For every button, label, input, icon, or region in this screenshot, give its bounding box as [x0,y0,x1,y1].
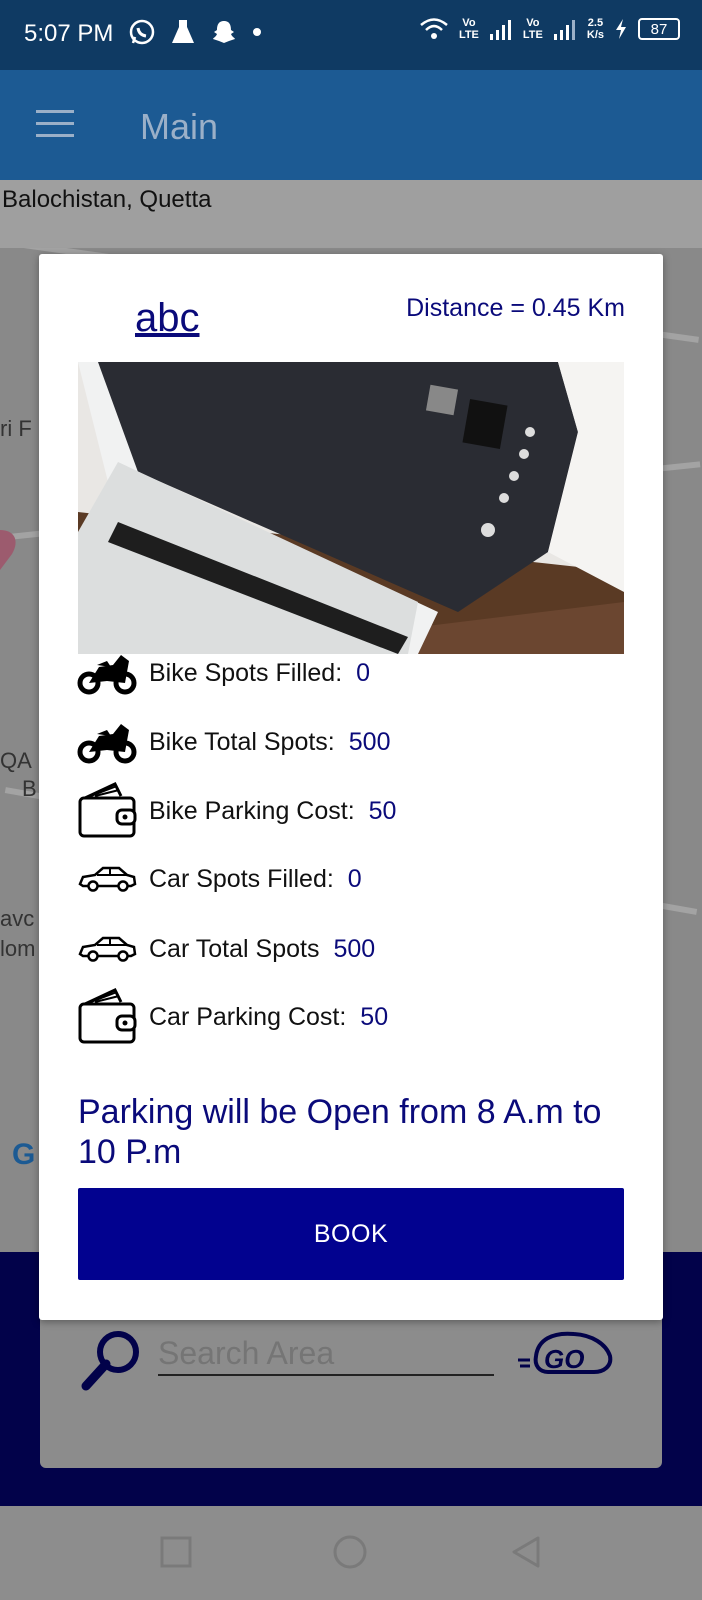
app-title: Main [140,106,219,147]
map-label: avc [0,906,35,931]
notification-icons [128,18,262,46]
whatsapp-icon [129,19,155,45]
volte-1-label: Vo LTE [458,17,479,41]
map-label: lom [0,936,36,961]
status-bar: 5:07 PM Vo LTE Vo LTE 2.5 K/s 87 [0,0,702,70]
back-icon[interactable] [508,1534,544,1570]
bike-parking-cost-row: Bike Parking Cost: 50 [75,782,397,838]
info-value: 500 [348,727,391,756]
status-time: 5:07 PM [24,20,114,47]
info-value: 0 [356,658,371,687]
parking-photo [78,362,624,654]
distance-label: Distance = 0.45 Km [406,294,625,322]
map-label: QA [0,748,32,773]
app-bar: Main [0,70,702,180]
wallet-icon [75,782,139,838]
map-label: B [22,776,37,801]
location-text: Balochistan, Quetta [2,186,212,213]
volte-2-label: Vo LTE [522,17,543,41]
car-spots-filled-row: Car Spots Filled: 0 [75,854,362,904]
map-label: ri F [0,416,32,441]
info-label: Car Parking Cost: [149,1002,347,1031]
search-card: GO [40,1300,662,1468]
info-label: Bike Parking Cost: [149,796,355,825]
place-name-link[interactable]: abc [135,296,200,341]
info-value: 50 [360,1002,389,1031]
bike-total-spots-row: Bike Total Spots: 500 [75,717,390,767]
battery-indicator: 87 [638,18,680,40]
wallet-icon [75,988,139,1044]
info-value: 0 [347,864,362,893]
search-area-input[interactable] [158,1332,494,1376]
car-parking-cost-row: Car Parking Cost: 50 [75,988,389,1044]
recents-icon[interactable] [158,1534,194,1570]
net-speed-value: 2.5 [587,17,604,29]
signal-2-icon [553,20,575,40]
motorbike-icon [75,648,139,698]
search-icon [81,1331,139,1391]
motorbike-icon [75,717,139,767]
hamburger-menu-icon[interactable] [36,110,74,138]
net-speed-unit: K/s [586,29,604,41]
charging-icon [616,19,626,39]
dot-icon [253,28,261,36]
go-label: GO [544,1344,584,1374]
flask-icon [172,20,194,43]
car-icon [75,924,139,974]
car-total-spots-row: Car Total Spots 500 [75,924,375,974]
info-label: Car Spots Filled: [149,864,334,893]
home-icon[interactable] [332,1534,368,1570]
bike-spots-filled-row: Bike Spots Filled: 0 [75,648,370,698]
book-button[interactable]: BOOK [78,1188,624,1280]
info-label: Bike Total Spots: [149,727,335,756]
map-pin-icon [0,530,16,570]
location-bar: Balochistan, Quetta [0,180,702,248]
info-value: 50 [368,796,397,825]
signal-1-icon [489,20,511,40]
info-label: Bike Spots Filled: [149,658,343,687]
info-value: 500 [333,934,376,963]
info-label: Car Total Spots [149,934,320,963]
car-icon [75,854,139,904]
opening-hours-text: Parking will be Open from 8 A.m to 10 P.… [78,1093,602,1171]
snapchat-icon [213,21,235,43]
net-speed: 2.5 K/s [587,17,604,41]
wifi-icon [420,18,448,39]
google-logo-icon: G [12,1138,36,1171]
system-icons: Vo LTE Vo LTE 2.5 K/s 87 [419,16,680,42]
system-nav-bar [0,1506,702,1600]
go-car-icon[interactable]: GO [518,1326,618,1382]
parking-details-dialog: abc Distance = 0.45 Km Bike Spots Filled… [39,254,663,1320]
